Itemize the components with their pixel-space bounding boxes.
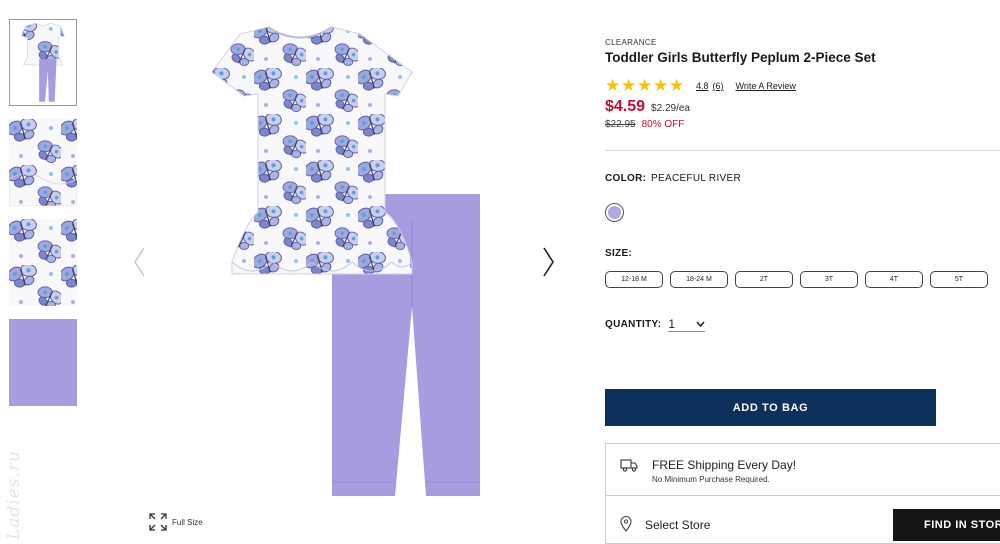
size-option-18-24m[interactable]: 18-24 M xyxy=(670,271,728,288)
size-options: 12-18 M 18-24 M 2T 3T 4T 5T xyxy=(605,271,988,288)
rating-count[interactable]: (6) xyxy=(713,81,724,91)
section-divider xyxy=(605,150,1000,151)
thumbnail-butterfly-print-closeup-image xyxy=(9,219,77,306)
thumbnail-full-set-image xyxy=(10,20,76,105)
write-review-link[interactable]: Write A Review xyxy=(736,81,796,91)
next-image-button[interactable] xyxy=(538,244,558,280)
thumbnail-butterfly-print-closeup[interactable] xyxy=(9,219,77,306)
map-pin-icon xyxy=(620,516,632,532)
clearance-badge: CLEARANCE xyxy=(605,38,657,47)
rating-value[interactable]: 4.8 xyxy=(696,81,709,91)
rating-row: ★ ★ ★ ★ ★ 4.8 (6) Write A Review xyxy=(605,76,1000,95)
select-store-link[interactable]: Select Store xyxy=(645,518,710,532)
color-row: COLOR: PEACEFUL RIVER xyxy=(605,173,741,184)
shipping-title: FREE Shipping Every Day! xyxy=(652,458,797,472)
product-set-illustration xyxy=(211,26,480,496)
main-product-image[interactable] xyxy=(150,22,530,502)
product-title: Toddler Girls Butterfly Peplum 2-Piece S… xyxy=(605,50,876,65)
star-icon: ★ xyxy=(605,76,621,95)
chevron-down-icon xyxy=(696,321,705,327)
truck-icon xyxy=(620,459,638,472)
thumbnail-leggings-color[interactable] xyxy=(9,319,77,406)
current-price: $4.59 xyxy=(605,98,646,115)
chevron-left-icon xyxy=(134,247,145,277)
star-icon: ★ xyxy=(653,76,669,95)
color-label: COLOR: xyxy=(605,173,647,184)
price-row: $4.59 $2.29/ea xyxy=(605,98,1000,116)
thumbnail-list xyxy=(9,19,77,419)
size-option-3t[interactable]: 3T xyxy=(800,271,858,288)
color-value: PEACEFUL RIVER xyxy=(651,173,741,184)
unit-price: $2.29/ea xyxy=(651,103,690,114)
quantity-value: 1 xyxy=(668,316,676,331)
quantity-label: QUANTITY: xyxy=(605,318,662,330)
quantity-row: QUANTITY: 1 xyxy=(605,316,706,332)
add-to-bag-button[interactable]: ADD TO BAG xyxy=(605,389,936,426)
size-option-4t[interactable]: 4T xyxy=(865,271,923,288)
product-info: CLEARANCE Toddler Girls Butterfly Peplum… xyxy=(605,38,1000,130)
full-size-button[interactable]: Full Size xyxy=(148,512,203,532)
rating-stars: ★ ★ ★ ★ ★ xyxy=(605,76,685,95)
size-option-12-18m[interactable]: 12-18 M xyxy=(605,271,663,288)
thumbnail-top-print-detail-image xyxy=(9,119,77,206)
original-price: $22.95 xyxy=(605,119,636,130)
size-label: SIZE: xyxy=(605,248,633,259)
store-row: Select Store FIND IN STORE xyxy=(606,496,1000,544)
watermark-text: Ladies.ru xyxy=(4,449,24,540)
star-icon: ★ xyxy=(621,76,637,95)
shipping-store-box: FREE Shipping Every Day! No Minimum Purc… xyxy=(605,443,1000,544)
size-option-2t[interactable]: 2T xyxy=(735,271,793,288)
star-icon: ★ xyxy=(637,76,653,95)
thumbnail-full-set[interactable] xyxy=(9,19,77,106)
full-size-label: Full Size xyxy=(172,517,203,527)
thumbnail-top-print-detail[interactable] xyxy=(9,119,77,206)
expand-icon xyxy=(149,513,167,531)
color-swatch-fill xyxy=(608,206,621,219)
color-swatch-peaceful-river[interactable] xyxy=(605,203,624,222)
original-price-row: $22.95 80% OFF xyxy=(605,119,1000,130)
discount-percent: 80% OFF xyxy=(641,119,685,130)
find-in-store-button[interactable]: FIND IN STORE xyxy=(893,509,1000,541)
chevron-right-icon xyxy=(543,247,554,277)
shipping-subtitle: No Minimum Purchase Required. xyxy=(652,475,770,484)
quantity-select[interactable]: 1 xyxy=(668,316,706,332)
thumbnail-leggings-color-image xyxy=(9,319,77,406)
size-option-5t[interactable]: 5T xyxy=(930,271,988,288)
star-icon: ★ xyxy=(669,76,685,95)
free-shipping-row: FREE Shipping Every Day! No Minimum Purc… xyxy=(606,444,1000,496)
previous-image-button[interactable] xyxy=(130,244,150,280)
